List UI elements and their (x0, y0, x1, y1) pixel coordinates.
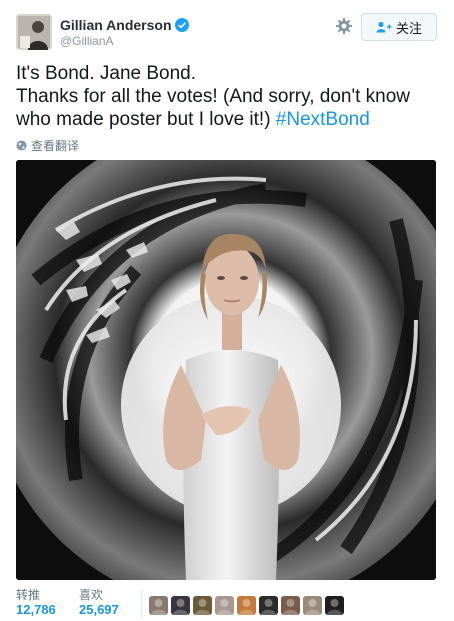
liker-avatar-3[interactable] (193, 596, 212, 615)
tweet-text: It's Bond. Jane Bond. Thanks for all the… (16, 62, 441, 131)
tweet-line-1: It's Bond. Jane Bond. (16, 63, 197, 84)
bond-poster-image (16, 160, 436, 580)
retweets-count[interactable]: 12,786 (16, 602, 56, 618)
liker-avatar-2[interactable] (171, 596, 190, 615)
liker-avatar-5[interactable] (237, 596, 256, 615)
globe-icon (16, 140, 27, 151)
hashtag-link[interactable]: #NextBond (276, 109, 370, 130)
verified-badge-icon (174, 18, 189, 32)
tweet-stats: 转推 12,786 喜欢 25,697 (16, 588, 438, 620)
gear-icon[interactable] (335, 17, 353, 35)
tweet-line-3-text: who made poster but I love it!) (16, 109, 276, 130)
like-stat[interactable]: 喜欢 25,697 (79, 588, 119, 618)
tweet-line-2: Thanks for all the votes! (And sorry, do… (16, 86, 411, 107)
user-avatar[interactable] (16, 14, 52, 50)
stats-divider (141, 590, 142, 618)
follow-button[interactable]: 关注 (361, 13, 437, 41)
likes-label: 喜欢 (79, 588, 104, 602)
liker-avatar-7[interactable] (281, 596, 300, 615)
tweet-header: Gillian Anderson @GillianA 关注 (16, 12, 438, 52)
liker-avatars (149, 596, 344, 615)
liker-avatar-4[interactable] (215, 596, 234, 615)
retweet-stat[interactable]: 转推 12,786 (16, 588, 56, 618)
display-name-text[interactable]: Gillian Anderson (60, 17, 172, 33)
tweet-line-3: who made poster but I love it!) #NextBon… (16, 108, 441, 131)
liker-avatar-8[interactable] (303, 596, 322, 615)
tweet-photo[interactable] (16, 160, 436, 580)
translate-link[interactable]: 查看翻译 (16, 137, 79, 154)
retweets-label: 转推 (16, 588, 41, 602)
follow-button-label: 关注 (395, 21, 422, 37)
user-handle[interactable]: @GillianA (60, 34, 114, 48)
likes-count[interactable]: 25,697 (79, 602, 119, 618)
translate-label: 查看翻译 (31, 139, 80, 153)
liker-avatar-6[interactable] (259, 596, 278, 615)
person-plus-icon (376, 21, 392, 33)
liker-avatar-9[interactable] (325, 596, 344, 615)
liker-avatar-1[interactable] (149, 596, 168, 615)
display-name[interactable]: Gillian Anderson (60, 17, 189, 33)
